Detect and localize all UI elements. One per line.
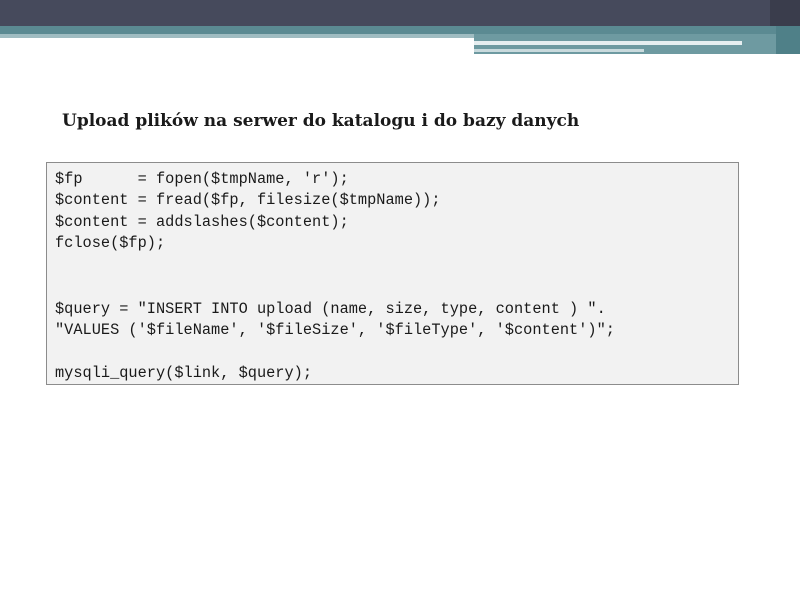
code-line: $query = "INSERT INTO upload (name, size… xyxy=(55,300,606,318)
header-right-highlight xyxy=(474,41,742,45)
header-corner-accent xyxy=(776,26,800,54)
header-teal-strip xyxy=(0,26,800,34)
code-line: fclose($fp); xyxy=(55,234,166,252)
code-line: mysqli_query($link, $query); xyxy=(55,364,313,382)
code-line: $fp = fopen($tmpName, 'r'); xyxy=(55,170,349,188)
code-line: $content = fread($fp, filesize($tmpName)… xyxy=(55,191,441,209)
code-line: $content = addslashes($content); xyxy=(55,213,349,231)
slide: Upload plików na serwer do katalogu i do… xyxy=(0,0,800,600)
slide-title: Upload plików na serwer do katalogu i do… xyxy=(62,111,580,131)
code-block: $fp = fopen($tmpName, 'r'); $content = f… xyxy=(46,162,739,385)
code-line: "VALUES ('$fileName', '$fileSize', '$fil… xyxy=(55,321,615,339)
header-bar xyxy=(0,0,800,26)
header-bar-accent xyxy=(770,0,800,26)
header-right-line xyxy=(474,49,644,52)
